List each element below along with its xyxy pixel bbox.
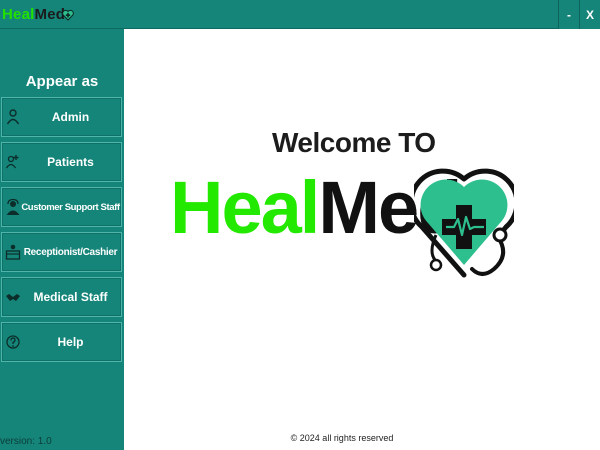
medical-staff-button[interactable]: Medical Staff [1, 277, 122, 317]
receptionist-cashier-button[interactable]: Receptionist/Cashier [1, 232, 122, 272]
admin-icon [6, 109, 20, 125]
version-label: version: 1.0 [0, 436, 52, 447]
welcome-panel: Welcome TO HealMed © 2024 all rights res… [124, 29, 600, 450]
app-title-med: Med [34, 6, 66, 23]
app-title-heal: Heal [2, 6, 35, 23]
customer-support-staff-button[interactable]: Customer Support Staff [1, 187, 122, 227]
patients-label: Patients [47, 155, 94, 169]
close-button[interactable]: X [579, 0, 600, 29]
admin-label: Admin [51, 110, 90, 124]
appear-as-heading: Appear as [25, 73, 99, 90]
admin-button[interactable]: Admin [1, 97, 122, 137]
title-bar: HealMed - X [0, 0, 600, 29]
welcome-heading: Welcome TO [272, 127, 436, 158]
patients-icon [5, 155, 19, 169]
sidebar: Appear as Admin Patients Customer Suppor… [0, 29, 124, 450]
brand-heal: Heal [170, 166, 320, 249]
support-staff-icon [6, 198, 20, 215]
handshake-icon [6, 294, 20, 301]
help-button[interactable]: Help [1, 322, 122, 362]
copyright-text: © 2024 all rights reserved [290, 433, 394, 443]
patients-button[interactable]: Patients [1, 142, 122, 182]
heart-logo-icon [62, 9, 74, 21]
medical-staff-label: Medical Staff [33, 290, 108, 304]
receptionist-cashier-label: Receptionist/Cashier [23, 246, 118, 258]
minimize-button[interactable]: - [558, 0, 579, 29]
customer-support-staff-label: Customer Support Staff [21, 201, 120, 213]
app-title: HealMed [2, 6, 65, 23]
help-icon [6, 335, 20, 349]
heart-stethoscope-logo [414, 168, 514, 278]
receptionist-icon [5, 244, 21, 260]
help-label: Help [57, 335, 84, 349]
